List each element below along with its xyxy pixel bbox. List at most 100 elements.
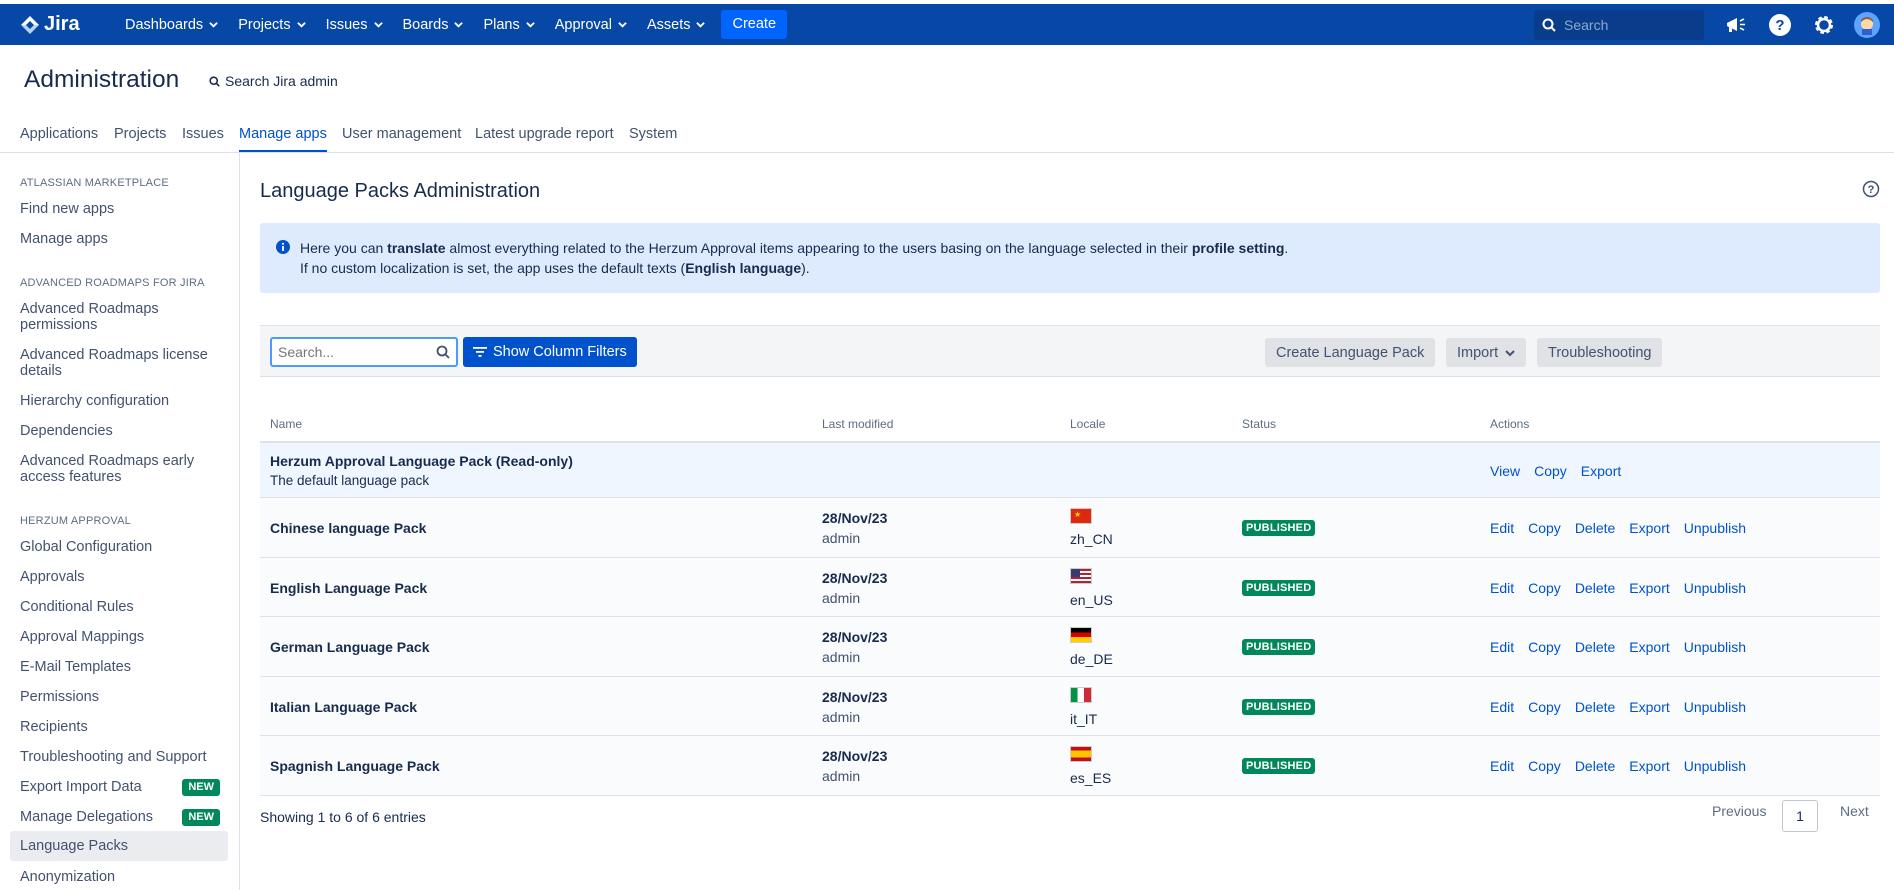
status-badge: PUBLISHED — [1242, 639, 1316, 655]
table-row: English Language Pack 28/Nov/23 admin en… — [260, 558, 1880, 617]
copy-action[interactable]: Copy — [1528, 580, 1561, 596]
export-action[interactable]: Export — [1629, 758, 1669, 774]
delete-action[interactable]: Delete — [1575, 758, 1615, 774]
settings-gear-icon[interactable] — [1810, 11, 1838, 39]
nav-issues[interactable]: Issues — [316, 4, 393, 45]
sidebar-item-global-configuration[interactable]: Global Configuration — [10, 539, 228, 555]
edit-action[interactable]: Edit — [1490, 758, 1514, 774]
help-circle-icon[interactable]: ? — [1862, 180, 1880, 201]
info-text-line-2: If no custom localization is set, the ap… — [300, 260, 810, 276]
troubleshooting-button[interactable]: Troubleshooting — [1537, 338, 1663, 367]
sidebar-item-advanced-roadmaps-early-access[interactable]: Advanced Roadmaps early access features — [10, 453, 228, 485]
copy-action[interactable]: Copy — [1528, 699, 1561, 715]
import-dropdown-button[interactable]: Import — [1446, 338, 1527, 367]
unpublish-action[interactable]: Unpublish — [1684, 520, 1746, 536]
language-pack-name[interactable]: English Language Pack — [270, 580, 427, 596]
nav-dashboards[interactable]: Dashboards — [115, 4, 228, 45]
notifications-megaphone-icon[interactable] — [1722, 11, 1750, 39]
jira-logo[interactable]: Jira — [20, 13, 115, 36]
edit-action[interactable]: Edit — [1490, 699, 1514, 715]
copy-action[interactable]: Copy — [1528, 758, 1561, 774]
unpublish-action[interactable]: Unpublish — [1684, 580, 1746, 596]
column-header-status[interactable]: Status — [1242, 417, 1276, 431]
table-search-input[interactable] — [276, 343, 426, 361]
row-actions: Edit Copy Delete Export Unpublish — [1490, 758, 1760, 774]
status-badge: PUBLISHED — [1242, 520, 1316, 536]
show-column-filters-button[interactable]: Show Column Filters — [463, 337, 637, 367]
sidebar-item-language-packs[interactable]: Language Packs — [10, 831, 228, 861]
next-page-button[interactable]: Next — [1840, 803, 1869, 819]
column-header-name[interactable]: Name — [270, 417, 302, 431]
info-text-1d: profile setting — [1191, 240, 1285, 256]
delete-action[interactable]: Delete — [1575, 639, 1615, 655]
export-action[interactable]: Export — [1629, 639, 1669, 655]
export-action[interactable]: Export — [1629, 580, 1669, 596]
tab-projects[interactable]: Projects — [114, 126, 166, 152]
svg-text:?: ? — [1775, 17, 1784, 34]
tab-applications[interactable]: Applications — [20, 126, 98, 152]
sidebar-item-approval-mappings[interactable]: Approval Mappings — [10, 629, 228, 645]
language-pack-name[interactable]: German Language Pack — [270, 639, 430, 655]
export-action[interactable]: Export — [1629, 699, 1669, 715]
tab-latest-upgrade-report[interactable]: Latest upgrade report — [475, 126, 614, 152]
sidebar-item-manage-delegations[interactable]: Manage Delegations NEW — [10, 809, 228, 826]
copy-action[interactable]: Copy — [1528, 520, 1561, 536]
nav-boards[interactable]: Boards — [393, 4, 474, 45]
unpublish-action[interactable]: Unpublish — [1684, 758, 1746, 774]
sidebar-item-anonymization[interactable]: Anonymization — [10, 869, 228, 885]
delete-action[interactable]: Delete — [1575, 580, 1615, 596]
sidebar-item-conditional-rules[interactable]: Conditional Rules — [10, 599, 228, 615]
language-pack-name[interactable]: Chinese language Pack — [270, 520, 426, 536]
tab-manage-apps[interactable]: Manage apps — [239, 126, 327, 152]
language-pack-name[interactable]: Herzum Approval Language Pack (Read-only… — [270, 453, 573, 469]
sidebar-item-advanced-roadmaps-license-details[interactable]: Advanced Roadmaps license details — [10, 347, 228, 379]
unpublish-action[interactable]: Unpublish — [1684, 639, 1746, 655]
sidebar-item-permissions[interactable]: Permissions — [10, 689, 228, 705]
export-action[interactable]: Export — [1629, 520, 1669, 536]
nav-assets[interactable]: Assets — [637, 4, 716, 45]
nav-approval[interactable]: Approval — [545, 4, 637, 45]
sidebar-item-hierarchy-configuration[interactable]: Hierarchy configuration — [10, 393, 228, 409]
column-header-last-modified[interactable]: Last modified — [822, 417, 893, 431]
locale-code: it_IT — [1070, 711, 1098, 727]
sidebar-item-manage-delegations-label: Manage Delegations — [20, 809, 154, 825]
delete-action[interactable]: Delete — [1575, 520, 1615, 536]
sidebar-item-dependencies[interactable]: Dependencies — [10, 423, 228, 439]
language-pack-name[interactable]: Italian Language Pack — [270, 699, 417, 715]
tab-system[interactable]: System — [629, 126, 677, 152]
help-icon[interactable]: ? — [1766, 11, 1794, 39]
nav-projects[interactable]: Projects — [228, 4, 315, 45]
user-avatar[interactable] — [1854, 11, 1880, 38]
language-pack-name[interactable]: Spagnish Language Pack — [270, 758, 440, 774]
edit-action[interactable]: Edit — [1490, 639, 1514, 655]
edit-action[interactable]: Edit — [1490, 520, 1514, 536]
sidebar-item-find-new-apps[interactable]: Find new apps — [10, 201, 228, 217]
sidebar-item-export-import-data[interactable]: Export Import Data NEW — [10, 779, 228, 796]
sidebar-item-advanced-roadmaps-permissions[interactable]: Advanced Roadmaps permissions — [10, 301, 228, 333]
chevron-down-icon — [209, 22, 218, 28]
global-search-input[interactable]: Search — [1534, 9, 1704, 40]
copy-action[interactable]: Copy — [1528, 639, 1561, 655]
sidebar-item-recipients[interactable]: Recipients — [10, 719, 228, 735]
sidebar-item-approvals[interactable]: Approvals — [10, 569, 228, 585]
export-action[interactable]: Export — [1581, 463, 1621, 479]
previous-page-button[interactable]: Previous — [1712, 803, 1766, 819]
create-language-pack-button[interactable]: Create Language Pack — [1265, 338, 1436, 367]
create-button[interactable]: Create — [721, 10, 788, 39]
unpublish-action[interactable]: Unpublish — [1684, 699, 1746, 715]
view-action[interactable]: View — [1490, 463, 1520, 479]
edit-action[interactable]: Edit — [1490, 580, 1514, 596]
sidebar-item-email-templates[interactable]: E-Mail Templates — [10, 659, 228, 675]
sidebar-item-troubleshooting-support[interactable]: Troubleshooting and Support — [10, 749, 228, 765]
nav-plans[interactable]: Plans — [473, 4, 544, 45]
admin-tabs: Applications Projects Issues Manage apps… — [0, 120, 1894, 153]
column-header-locale[interactable]: Locale — [1070, 417, 1105, 431]
copy-action[interactable]: Copy — [1534, 463, 1567, 479]
sidebar-item-manage-apps[interactable]: Manage apps — [10, 231, 228, 247]
delete-action[interactable]: Delete — [1575, 699, 1615, 715]
table-row: German Language Pack 28/Nov/23 admin de_… — [260, 617, 1880, 677]
tab-issues[interactable]: Issues — [182, 126, 224, 152]
tab-user-management[interactable]: User management — [342, 126, 461, 152]
search-jira-admin-link[interactable]: Search Jira admin — [209, 73, 338, 89]
page-number-button[interactable]: 1 — [1782, 800, 1818, 832]
